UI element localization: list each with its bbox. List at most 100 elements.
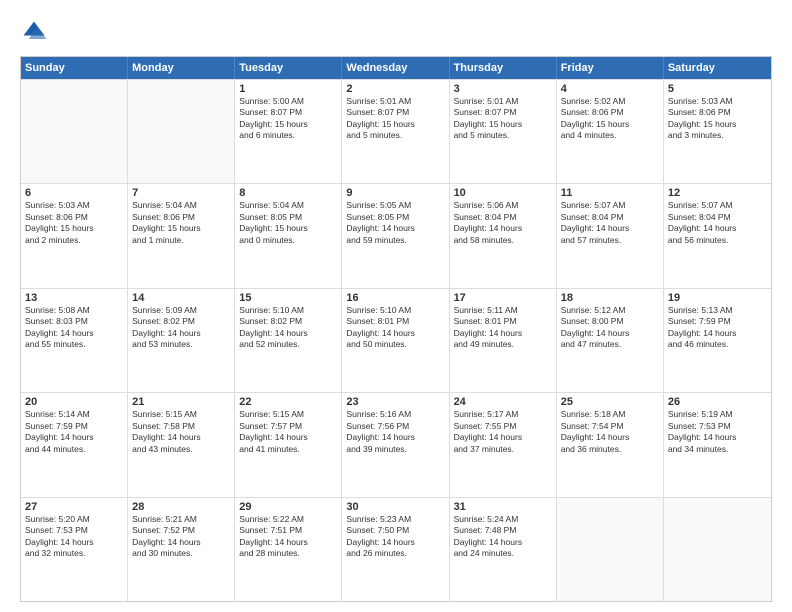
cell-line: Sunrise: 5:00 AM (239, 96, 337, 107)
cell-line: Sunrise: 5:11 AM (454, 305, 552, 316)
cell-line: Daylight: 14 hours (132, 328, 230, 339)
cell-line: and 58 minutes. (454, 235, 552, 246)
day-header-thursday: Thursday (450, 57, 557, 79)
day-number: 14 (132, 292, 230, 304)
cell-line: Sunrise: 5:04 AM (132, 200, 230, 211)
cell-line: Sunset: 8:06 PM (132, 212, 230, 223)
cell-line: Sunset: 7:58 PM (132, 421, 230, 432)
cell-line: Daylight: 14 hours (668, 432, 767, 443)
cell-line: Sunrise: 5:04 AM (239, 200, 337, 211)
cell-line: Sunrise: 5:15 AM (239, 409, 337, 420)
day-number: 1 (239, 83, 337, 95)
cell-line: Sunset: 8:05 PM (239, 212, 337, 223)
calendar-row-4: 20Sunrise: 5:14 AMSunset: 7:59 PMDayligh… (21, 392, 771, 496)
cell-line: and 34 minutes. (668, 444, 767, 455)
calendar-cell: 7Sunrise: 5:04 AMSunset: 8:06 PMDaylight… (128, 184, 235, 287)
cell-line: Daylight: 14 hours (346, 223, 444, 234)
day-number: 2 (346, 83, 444, 95)
cell-line: Sunrise: 5:14 AM (25, 409, 123, 420)
cell-line: Sunset: 7:55 PM (454, 421, 552, 432)
cell-line: Daylight: 15 hours (132, 223, 230, 234)
day-number: 25 (561, 396, 659, 408)
cell-line: Sunset: 8:04 PM (454, 212, 552, 223)
cell-line: Sunrise: 5:09 AM (132, 305, 230, 316)
calendar-cell: 26Sunrise: 5:19 AMSunset: 7:53 PMDayligh… (664, 393, 771, 496)
cell-line: Daylight: 14 hours (454, 223, 552, 234)
calendar-cell: 16Sunrise: 5:10 AMSunset: 8:01 PMDayligh… (342, 289, 449, 392)
cell-line: Sunset: 7:57 PM (239, 421, 337, 432)
cell-line: and 57 minutes. (561, 235, 659, 246)
cell-line: and 39 minutes. (346, 444, 444, 455)
calendar-body: 1Sunrise: 5:00 AMSunset: 8:07 PMDaylight… (21, 79, 771, 601)
cell-line: Sunset: 8:06 PM (668, 107, 767, 118)
cell-line: Sunset: 7:59 PM (668, 316, 767, 327)
cell-line: Sunrise: 5:13 AM (668, 305, 767, 316)
day-header-sunday: Sunday (21, 57, 128, 79)
day-number: 21 (132, 396, 230, 408)
cell-line: and 2 minutes. (25, 235, 123, 246)
cell-line: Daylight: 15 hours (239, 223, 337, 234)
cell-line: Sunrise: 5:03 AM (25, 200, 123, 211)
cell-line: and 59 minutes. (346, 235, 444, 246)
cell-line: and 1 minute. (132, 235, 230, 246)
cell-line: Daylight: 14 hours (132, 537, 230, 548)
cell-line: Daylight: 14 hours (132, 432, 230, 443)
cell-line: Sunset: 7:59 PM (25, 421, 123, 432)
day-number: 13 (25, 292, 123, 304)
cell-line: Sunset: 8:07 PM (346, 107, 444, 118)
calendar-row-5: 27Sunrise: 5:20 AMSunset: 7:53 PMDayligh… (21, 497, 771, 601)
calendar-row-2: 6Sunrise: 5:03 AMSunset: 8:06 PMDaylight… (21, 183, 771, 287)
calendar-cell: 1Sunrise: 5:00 AMSunset: 8:07 PMDaylight… (235, 80, 342, 183)
cell-line: and 47 minutes. (561, 339, 659, 350)
calendar-cell (21, 80, 128, 183)
cell-line: and 46 minutes. (668, 339, 767, 350)
cell-line: and 37 minutes. (454, 444, 552, 455)
day-number: 18 (561, 292, 659, 304)
cell-line: Sunset: 8:02 PM (132, 316, 230, 327)
cell-line: Sunrise: 5:01 AM (454, 96, 552, 107)
cell-line: and 28 minutes. (239, 548, 337, 559)
day-header-monday: Monday (128, 57, 235, 79)
cell-line: Sunset: 8:05 PM (346, 212, 444, 223)
calendar-cell (557, 498, 664, 601)
cell-line: Sunset: 7:52 PM (132, 525, 230, 536)
cell-line: and 56 minutes. (668, 235, 767, 246)
cell-line: Sunrise: 5:02 AM (561, 96, 659, 107)
calendar-cell: 19Sunrise: 5:13 AMSunset: 7:59 PMDayligh… (664, 289, 771, 392)
cell-line: Sunrise: 5:01 AM (346, 96, 444, 107)
day-number: 16 (346, 292, 444, 304)
cell-line: and 24 minutes. (454, 548, 552, 559)
cell-line: and 49 minutes. (454, 339, 552, 350)
day-number: 11 (561, 187, 659, 199)
cell-line: Sunset: 8:04 PM (561, 212, 659, 223)
day-number: 3 (454, 83, 552, 95)
cell-line: Daylight: 14 hours (25, 432, 123, 443)
cell-line: and 44 minutes. (25, 444, 123, 455)
cell-line: Sunset: 7:50 PM (346, 525, 444, 536)
cell-line: Daylight: 14 hours (346, 432, 444, 443)
calendar-cell: 17Sunrise: 5:11 AMSunset: 8:01 PMDayligh… (450, 289, 557, 392)
day-number: 12 (668, 187, 767, 199)
calendar-cell: 11Sunrise: 5:07 AMSunset: 8:04 PMDayligh… (557, 184, 664, 287)
cell-line: Sunrise: 5:15 AM (132, 409, 230, 420)
cell-line: Sunset: 8:04 PM (668, 212, 767, 223)
cell-line: and 50 minutes. (346, 339, 444, 350)
calendar-cell: 24Sunrise: 5:17 AMSunset: 7:55 PMDayligh… (450, 393, 557, 496)
cell-line: Sunrise: 5:20 AM (25, 514, 123, 525)
day-number: 22 (239, 396, 337, 408)
day-number: 9 (346, 187, 444, 199)
cell-line: Sunrise: 5:10 AM (346, 305, 444, 316)
cell-line: and 5 minutes. (454, 130, 552, 141)
cell-line: Sunset: 8:07 PM (239, 107, 337, 118)
page: SundayMondayTuesdayWednesdayThursdayFrid… (0, 0, 792, 612)
calendar-cell: 8Sunrise: 5:04 AMSunset: 8:05 PMDaylight… (235, 184, 342, 287)
cell-line: Daylight: 15 hours (346, 119, 444, 130)
cell-line: Sunrise: 5:05 AM (346, 200, 444, 211)
cell-line: Sunrise: 5:07 AM (668, 200, 767, 211)
cell-line: Daylight: 14 hours (561, 223, 659, 234)
cell-line: Sunset: 8:07 PM (454, 107, 552, 118)
calendar-cell: 12Sunrise: 5:07 AMSunset: 8:04 PMDayligh… (664, 184, 771, 287)
cell-line: and 53 minutes. (132, 339, 230, 350)
cell-line: Daylight: 14 hours (25, 537, 123, 548)
cell-line: Daylight: 14 hours (561, 432, 659, 443)
